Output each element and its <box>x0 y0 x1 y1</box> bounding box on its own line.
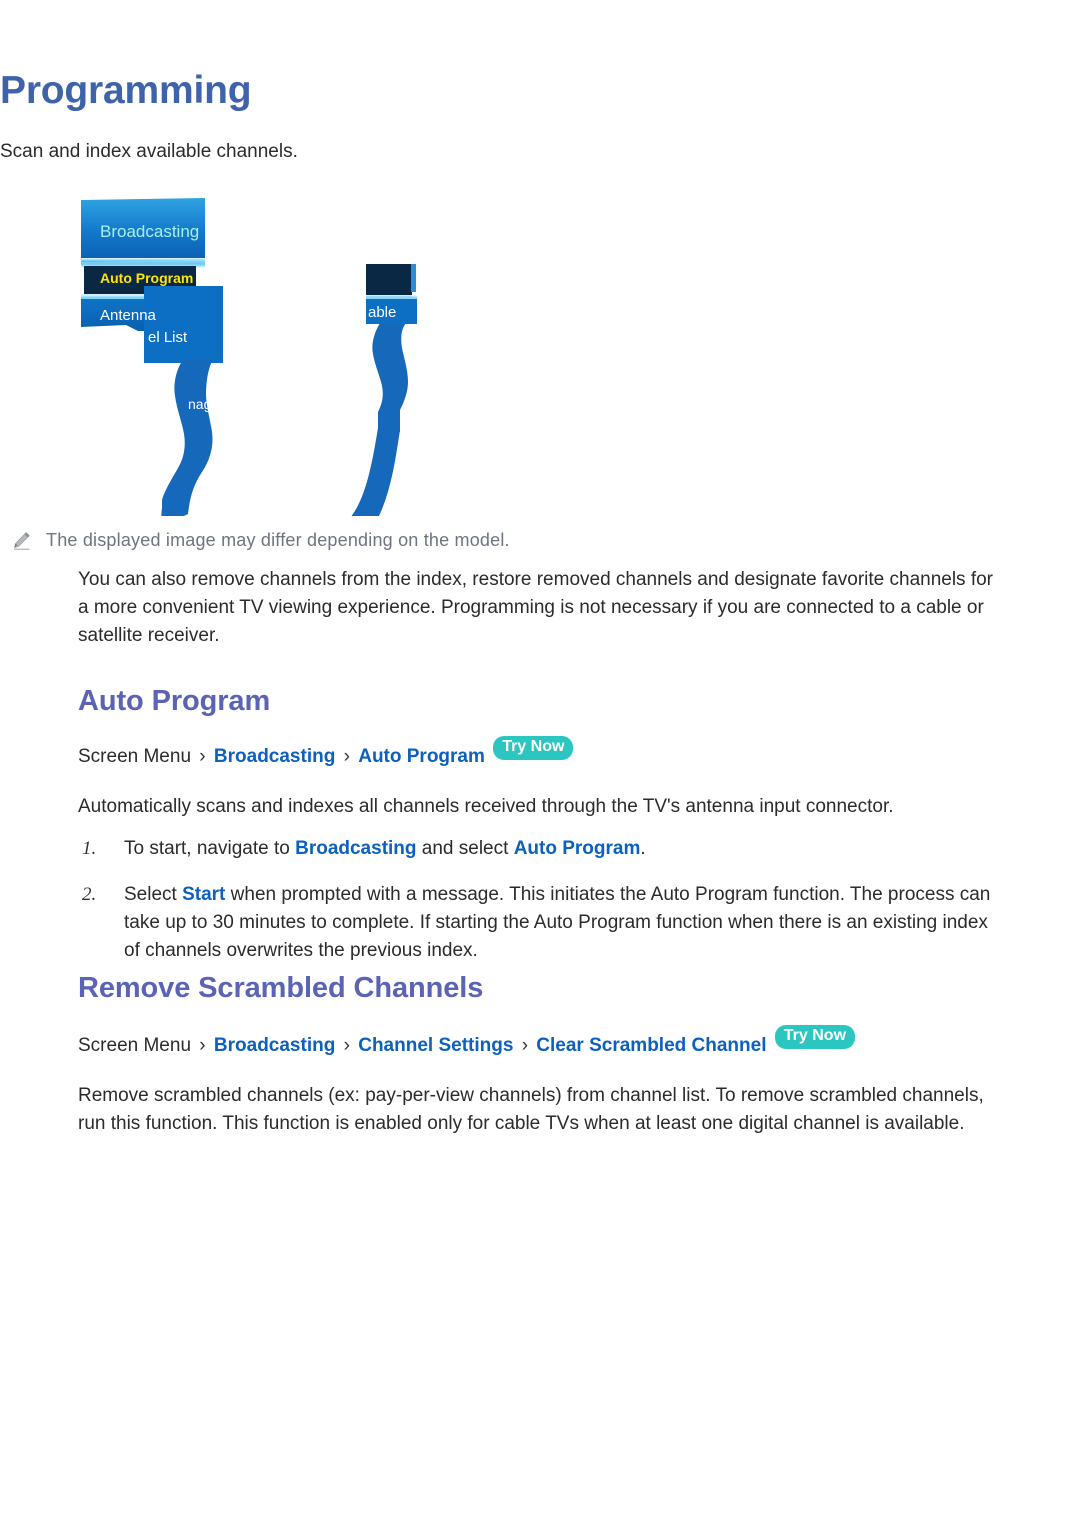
menu-item-channel-list[interactable] <box>144 286 223 363</box>
breadcrumb-separator: › <box>521 1035 529 1057</box>
list-item: 1. To start, navigate to Broadcasting an… <box>78 835 1008 863</box>
try-now-badge[interactable]: Try Now <box>493 736 574 761</box>
intro-paragraph: You can also remove channels from the in… <box>78 569 994 647</box>
breadcrumb-root: Screen Menu <box>78 746 192 768</box>
breadcrumb-separator: › <box>343 1035 350 1057</box>
step-number: 1. <box>82 838 97 860</box>
step-text-part: when prompted with a message. This initi… <box>124 884 991 962</box>
step-text: To start, navigate to Broadcasting and s… <box>124 838 646 859</box>
menu-item-manager-label: nager <box>188 396 224 412</box>
breadcrumb-auto-program: Screen Menu › Broadcasting › Auto Progra… <box>78 736 1008 771</box>
breadcrumb-remove-scrambled-channels: Screen Menu › Broadcasting › Channel Set… <box>78 1025 1008 1060</box>
breadcrumb-separator: › <box>343 746 350 768</box>
right-panel-label: able <box>368 304 396 321</box>
step-link-auto-program[interactable]: Auto Program <box>514 838 641 859</box>
breadcrumb-link-broadcasting[interactable]: Broadcasting <box>214 1035 335 1056</box>
remove-scrambled-channels-body: Remove scrambled channels (ex: pay-per-v… <box>78 1084 984 1135</box>
step-number: 2. <box>82 884 97 906</box>
page-intro: Scan and index available channels. <box>0 141 298 162</box>
breadcrumb-link-channel-settings[interactable]: Channel Settings <box>358 1035 513 1056</box>
menu-item-channel-list-label: el List <box>148 329 188 346</box>
pencil-icon <box>10 530 32 552</box>
step-text-part: and select <box>416 838 514 860</box>
menu-header-label: Broadcasting <box>100 222 199 241</box>
menu-item-antenna-label: Antenna <box>100 307 157 324</box>
tv-menu-figure: Broadcasting Auto Program Antenna el Lis… <box>78 196 428 516</box>
step-link-start[interactable]: Start <box>182 884 225 905</box>
breadcrumb-separator: › <box>199 1035 206 1057</box>
breadcrumb-separator: › <box>199 746 206 768</box>
list-item: 2. Select Start when prompted with a mes… <box>78 881 1008 965</box>
auto-program-steps: 1. To start, navigate to Broadcasting an… <box>78 835 1008 965</box>
section-title-auto-program: Auto Program <box>78 685 271 717</box>
step-link-broadcasting[interactable]: Broadcasting <box>295 838 416 859</box>
tv-menu-illustration: Broadcasting Auto Program Antenna el Lis… <box>81 198 417 516</box>
auto-program-lead: Automatically scans and indexes all chan… <box>78 795 894 817</box>
menu-item-auto-program-label: Auto Program <box>100 270 193 286</box>
model-note: The displayed image may differ depending… <box>10 528 510 553</box>
breadcrumb-link-broadcasting[interactable]: Broadcasting <box>214 746 335 767</box>
step-text-part: Select <box>124 884 183 906</box>
breadcrumb-root: Screen Menu <box>78 1035 192 1057</box>
document-page: Programming Scan and index available cha… <box>0 0 1080 1527</box>
breadcrumb-link-clear-scrambled-channel[interactable]: Clear Scrambled Channel <box>536 1035 766 1056</box>
model-note-text: The displayed image may differ depending… <box>46 530 510 550</box>
page-title: Programming <box>0 69 252 112</box>
try-now-badge[interactable]: Try Now <box>774 1025 856 1050</box>
section-title-remove-scrambled-channels: Remove Scrambled Channels <box>78 972 484 1004</box>
step-text-part: . <box>640 838 646 860</box>
step-text-part: To start, navigate to <box>124 838 296 860</box>
step-text: Select Start when prompted with a messag… <box>124 884 990 961</box>
breadcrumb-link-auto-program[interactable]: Auto Program <box>358 746 485 767</box>
